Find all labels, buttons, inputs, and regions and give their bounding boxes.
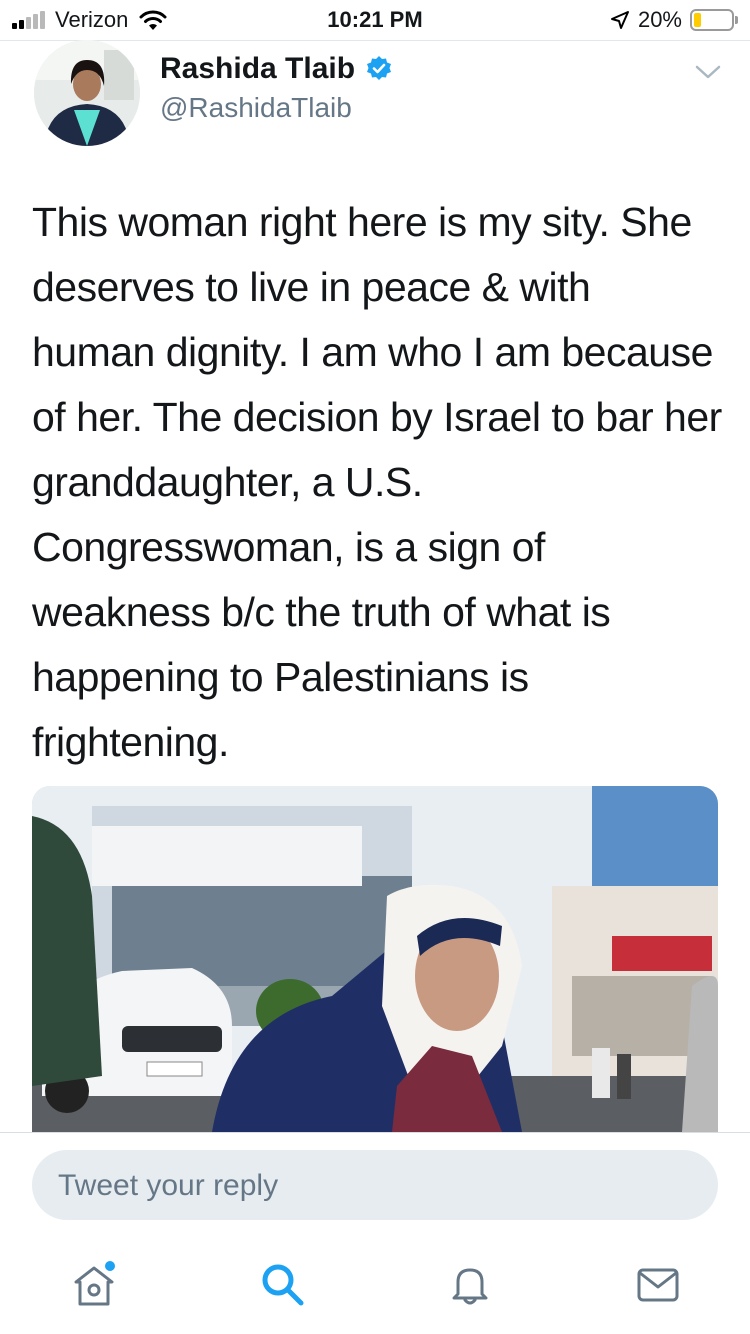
- tweet-photo[interactable]: [32, 786, 718, 1132]
- location-arrow-icon: [610, 11, 629, 29]
- author-name[interactable]: Rashida Tlaib: [160, 52, 393, 86]
- messages-icon[interactable]: [634, 1260, 682, 1308]
- avatar[interactable]: [34, 40, 140, 146]
- status-right: 20%: [610, 7, 738, 33]
- reply-divider: [0, 1132, 750, 1133]
- verified-badge-icon: [367, 56, 392, 80]
- battery-percent: 20%: [637, 7, 682, 32]
- notifications-icon[interactable]: [446, 1260, 494, 1308]
- author-handle[interactable]: @RashidaTlaib: [160, 92, 352, 124]
- author-name-label: Rashida Tlaib: [160, 52, 356, 85]
- home-icon[interactable]: [70, 1260, 118, 1308]
- status-divider: [0, 40, 750, 41]
- reply-placeholder: Tweet your reply: [58, 1169, 279, 1202]
- search-icon[interactable]: [258, 1260, 306, 1308]
- battery-icon: [690, 9, 738, 31]
- tweet-text: This woman right here is my sity. She de…: [32, 199, 722, 765]
- chevron-down-icon[interactable]: [694, 62, 722, 82]
- reply-input[interactable]: Tweet your reply: [32, 1150, 718, 1220]
- home-notification-dot: [105, 1261, 115, 1271]
- status-bar: Verizon 10:21 PM 20%: [0, 0, 750, 40]
